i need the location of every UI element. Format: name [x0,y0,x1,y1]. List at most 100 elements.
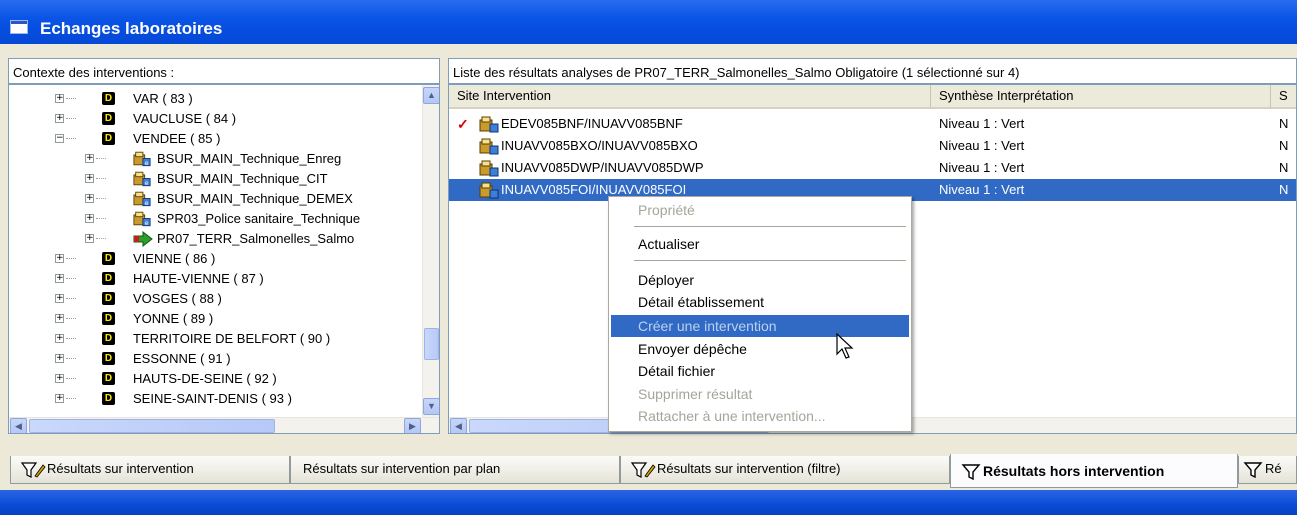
scroll-thumb[interactable] [424,328,439,360]
tree-expander-icon[interactable]: + [55,354,64,363]
tree-item[interactable]: + e SPR03_Police sanitaire_Technique [9,209,421,229]
intervention-folder-icon: e [133,151,151,167]
tree-connector [66,338,76,339]
tab-resultats-filtre[interactable]: Résultats sur intervention (filtre) [620,456,950,484]
column-header-3[interactable]: S [1271,85,1296,109]
department-icon: D [102,252,115,265]
menu-item-supprimer-resultat[interactable]: Supprimer résultat [611,383,909,405]
tree-expander-icon[interactable]: + [55,114,64,123]
tree-item[interactable]: + D VIENNE ( 86 ) [9,249,421,269]
tree-item[interactable]: + D HAUTS-DE-SEINE ( 92 ) [9,369,421,389]
cell-col3: N [1279,138,1289,153]
right-pane-header: Liste des résultats analyses de PR07_TER… [448,58,1297,84]
tree-connector [96,178,106,179]
scroll-thumb-horizontal[interactable] [29,419,275,433]
tree-expander-icon[interactable]: + [55,394,64,403]
cell-synthese: Niveau 1 : Vert [939,116,1025,131]
department-icon: D [102,372,115,385]
svg-text:e: e [145,200,149,207]
tree-item[interactable]: + D VOSGES ( 88 ) [9,289,421,309]
tree-item-label: YONNE ( 89 ) [133,311,214,326]
context-menu[interactable]: Propriété Actualiser Déployer Détail éta… [608,196,912,432]
tree-expander-icon[interactable]: + [85,194,94,203]
svg-text:e: e [145,220,149,227]
menu-item-actualiser[interactable]: Actualiser [611,233,909,255]
window-titlebar[interactable]: Echanges laboratoires [0,0,1297,44]
tree-item-label: HAUTE-VIENNE ( 87 ) [133,271,264,286]
tree-expander-icon[interactable]: + [85,214,94,223]
tree-item-label: BSUR_MAIN_Technique_CIT [157,171,328,186]
scroll-up-button[interactable]: ▲ [423,87,439,104]
tree-expander-icon[interactable]: + [55,294,64,303]
tree-item-label: VENDEE ( 85 ) [133,131,221,146]
tree-connector [66,298,76,299]
menu-item-rattacher-intervention[interactable]: Rattacher à une intervention... [611,405,909,427]
table-row[interactable]: INUAVV085DWP/INUAVV085DWP Niveau 1 : Vert… [449,157,1296,179]
tree-expander-icon[interactable]: + [55,274,64,283]
menu-item-detail-etablissement[interactable]: Détail établissement [611,291,909,313]
scroll-down-button[interactable]: ▼ [423,398,439,415]
filter-icon [1243,461,1263,478]
intervention-folder-icon [479,138,499,155]
intervention-folder-icon [479,160,499,177]
tree-connector [66,138,76,139]
filter-icon [961,464,981,481]
menu-item-creer-intervention[interactable]: Créer une intervention [611,315,909,337]
column-header-synthese[interactable]: Synthèse Interprétation [931,85,1271,109]
tab-label: Résultats hors intervention [983,463,1165,479]
menu-item-propriete[interactable]: Propriété [611,199,909,221]
tree-item[interactable]: + PR07_TERR_Salmonelles_Salmo [9,229,421,249]
tree-expander-icon[interactable]: + [55,334,64,343]
tree-item[interactable]: + D YONNE ( 89 ) [9,309,421,329]
cell-col3: N [1279,116,1289,131]
tree-connector [96,158,106,159]
tree-expander-icon[interactable]: + [55,314,64,323]
tree-item[interactable]: + D VAR ( 83 ) [9,89,421,109]
menu-item-detail-fichier[interactable]: Détail fichier [611,360,909,382]
tree-connector [66,318,76,319]
tree-item[interactable]: + D VAUCLUSE ( 84 ) [9,109,421,129]
tree-expander-icon[interactable]: + [55,254,64,263]
column-header-site[interactable]: Site Intervention [449,85,931,109]
department-icon: D [102,332,115,345]
scroll-right-button[interactable]: ▶ [404,418,421,433]
tree-expander-icon[interactable]: + [85,154,94,163]
tree-expander-icon[interactable]: + [85,234,94,243]
tab-resultats-sur-intervention[interactable]: Résultats sur intervention [10,456,290,484]
bottom-window-border [0,490,1297,515]
tree-item[interactable]: + D ESSONNE ( 91 ) [9,349,421,369]
tree-expander-icon[interactable]: − [55,134,64,143]
tree-connector [66,118,76,119]
tree-expander-icon[interactable]: + [85,174,94,183]
tree-horizontal-scrollbar[interactable]: ◀ ▶ [9,417,439,433]
tree-item[interactable]: + D SEINE-SAINT-DENIS ( 93 ) [9,389,421,409]
tree-item[interactable]: + D HAUTE-VIENNE ( 87 ) [9,269,421,289]
tree-item[interactable]: + e BSUR_MAIN_Technique_CIT [9,169,421,189]
table-row[interactable]: INUAVV085BXO/INUAVV085BXO Niveau 1 : Vert… [449,135,1296,157]
intervention-tree[interactable]: + D VAR ( 83 ) + D VAUCLUSE ( 84 ) − D VENDEE ( … [8,84,440,434]
mouse-cursor-icon [836,333,854,359]
tree-item[interactable]: + e BSUR_MAIN_Technique_Enreg [9,149,421,169]
tree-expander-icon[interactable]: + [55,374,64,383]
scroll-left-button[interactable]: ◀ [10,418,27,433]
menu-item-deployer[interactable]: Déployer [611,269,909,291]
tab-resultats-par-plan[interactable]: Résultats sur intervention par plan [290,456,620,484]
tree-item[interactable]: + e BSUR_MAIN_Technique_DEMEX [9,189,421,209]
tree-item-label: VOSGES ( 88 ) [133,291,222,306]
filter-pencil-icon [631,461,656,478]
tab-more[interactable]: Ré [1238,456,1297,484]
intervention-folder-icon: e [133,191,151,207]
tree-item-label: TERRITOIRE DE BELFORT ( 90 ) [133,331,331,346]
tab-resultats-hors-intervention[interactable]: Résultats hors intervention [950,454,1238,488]
tree-item[interactable]: + D TERRITOIRE DE BELFORT ( 90 ) [9,329,421,349]
menu-item-envoyer-depeche[interactable]: Envoyer dépêche [611,338,909,360]
tree-connector [66,378,76,379]
tree-expander-icon[interactable]: + [55,94,64,103]
tree-connector [96,198,106,199]
tree-vertical-scrollbar[interactable]: ▲ ▼ [422,85,439,417]
table-row[interactable]: ✓ EDEV085BNF/INUAVV085BNF Niveau 1 : Vert N [449,113,1296,135]
tree-item-label: SPR03_Police sanitaire_Technique [157,211,361,226]
cell-col3: N [1279,182,1289,197]
scroll-left-button[interactable]: ◀ [450,418,467,433]
tree-item[interactable]: − D VENDEE ( 85 ) [9,129,421,149]
